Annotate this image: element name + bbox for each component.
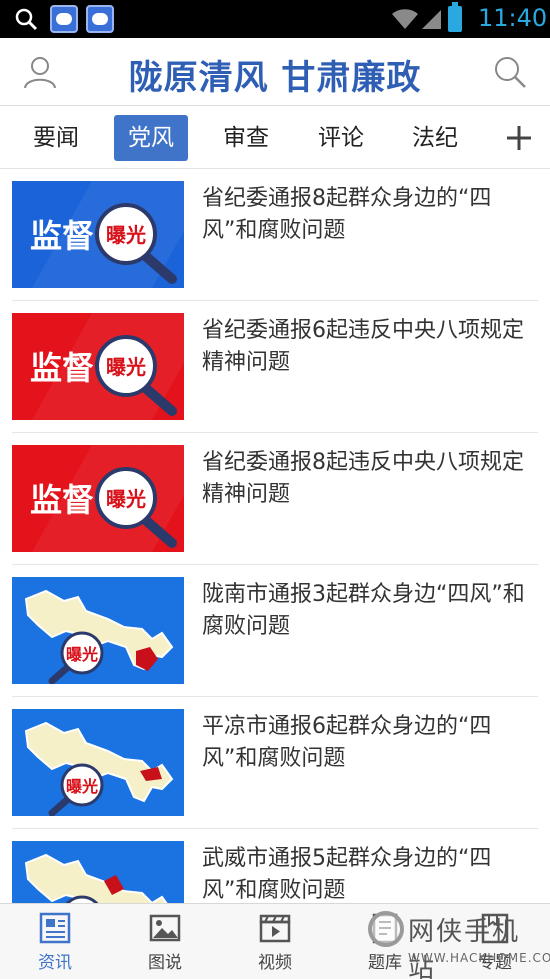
news-item[interactable]: 监督 曝光 省纪委通报8起违反中央八项规定精神问题 — [12, 433, 538, 565]
news-title[interactable]: 省纪委通报6起违反中央八项规定精神问题 — [202, 315, 538, 379]
news-title[interactable]: 陇南市通报3起群众身边“四风”和腐败问题 — [202, 579, 538, 643]
video-icon — [259, 914, 291, 943]
news-list: 监督 曝光 省纪委通报8起群众身边的“四风”和腐败问题 监督 曝光 省纪委通报6起违反中央… — [0, 169, 550, 903]
status-bar: 11:40 — [0, 0, 550, 38]
nav-label: 资讯 — [38, 953, 72, 973]
thumbnail-badge-text: 曝光 — [66, 777, 98, 796]
news-title[interactable]: 武威市通报5起群众身边的“四风”和腐败问题 — [202, 843, 538, 903]
province-map — [24, 853, 168, 903]
news-thumbnail: 曝光 — [12, 577, 184, 684]
add-tab-icon[interactable] — [504, 123, 534, 153]
status-time: 11:40 — [478, 4, 548, 32]
news-thumbnail: 监督 曝光 — [12, 313, 184, 420]
app-title: 陇原清风 甘肃廉政 — [128, 58, 422, 98]
news-thumbnail: 曝光 — [12, 709, 184, 816]
watermark-url: WWW.HACKHOME.COM — [408, 951, 550, 965]
category-tabs: 要闻 党风 审查 评论 法纪 — [0, 107, 550, 169]
search-icon[interactable] — [492, 54, 528, 90]
news-item[interactable]: 曝光武威市通报5起群众身边的“四风”和腐败问题 — [12, 829, 538, 903]
news-title[interactable]: 省纪委通报8起群众身边的“四风”和腐败问题 — [202, 183, 538, 247]
signal-icon — [422, 10, 441, 29]
nav-label: 视频 — [258, 953, 292, 973]
nav-label: 图说 — [148, 953, 182, 973]
watermark-logo-icon — [368, 911, 404, 947]
baidu-app-icon — [86, 5, 114, 33]
news-thumbnail: 监督 曝光 — [12, 181, 184, 288]
magnifier-handle — [48, 795, 72, 816]
search-icon — [15, 8, 38, 31]
news-item[interactable]: 曝光 陇南市通报3起群众身边“四风”和腐败问题 — [12, 565, 538, 697]
picture-icon — [149, 914, 181, 942]
magnifier-handle — [48, 663, 72, 684]
watermark-text: 网侠手机站 — [408, 917, 521, 979]
news-item[interactable]: 监督 曝光 省纪委通报8起群众身边的“四风”和腐败问题 — [12, 169, 538, 301]
battery-icon — [448, 2, 462, 32]
tab-yaowen[interactable]: 要闻 — [19, 115, 93, 161]
nav-video[interactable]: 视频 — [220, 904, 330, 979]
thumbnail-badge-text: 曝光 — [106, 223, 146, 247]
news-thumbnail: 曝光 — [12, 841, 184, 903]
map-illustration: 曝光 — [24, 721, 174, 816]
news-item[interactable]: 监督 曝光 省纪委通报6起违反中央八项规定精神问题 — [12, 301, 538, 433]
wifi-icon — [392, 9, 418, 29]
thumbnail-badge-text: 曝光 — [106, 355, 146, 379]
nav-news[interactable]: 资讯 — [0, 904, 110, 979]
exposure-badge-illustration: 监督 曝光 — [30, 181, 184, 288]
nav-picture[interactable]: 图说 — [110, 904, 220, 979]
tab-shencha[interactable]: 审查 — [209, 115, 283, 161]
news-icon — [39, 912, 71, 944]
news-thumbnail: 监督 曝光 — [12, 445, 184, 552]
exposure-badge-illustration: 监督 曝光 — [30, 313, 184, 420]
tab-pinglun[interactable]: 评论 — [304, 115, 378, 161]
news-title[interactable]: 平凉市通报6起群众身边的“四风”和腐败问题 — [202, 711, 538, 775]
thumbnail-badge-text: 曝光 — [106, 487, 146, 511]
exposure-badge-illustration: 监督 曝光 — [30, 445, 184, 552]
thumbnail-text: 监督 — [30, 481, 94, 519]
thumbnail-text: 监督 — [30, 217, 94, 255]
thumbnail-badge-text: 曝光 — [66, 645, 98, 664]
map-illustration: 曝光 — [24, 853, 168, 903]
app-header: 陇原清风 甘肃廉政 — [0, 38, 550, 106]
tab-dangfeng[interactable]: 党风 — [114, 115, 188, 161]
news-title[interactable]: 省纪委通报8起违反中央八项规定精神问题 — [202, 447, 538, 511]
watermark: 网侠手机站 WWW.HACKHOME.COM — [368, 907, 550, 979]
baidu-app-icon — [50, 5, 78, 33]
tab-faji[interactable]: 法纪 — [398, 115, 472, 161]
map-illustration: 曝光 — [24, 589, 174, 684]
news-item[interactable]: 曝光 平凉市通报6起群众身边的“四风”和腐败问题 — [12, 697, 538, 829]
thumbnail-text: 监督 — [30, 349, 94, 387]
